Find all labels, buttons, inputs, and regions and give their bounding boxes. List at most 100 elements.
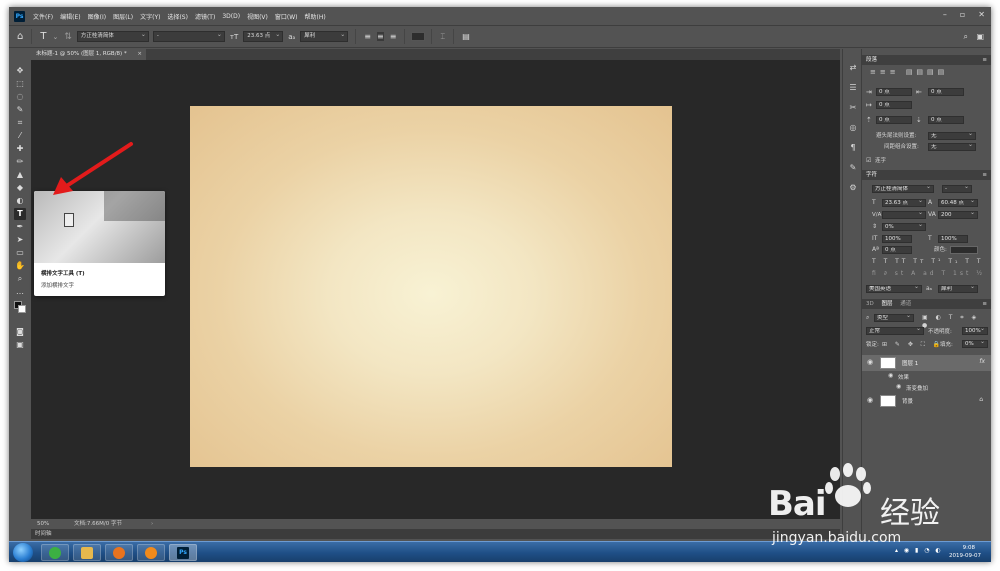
menu-edit[interactable]: 编辑(E)	[60, 12, 80, 21]
marquee-tool-icon[interactable]: ⬚	[14, 78, 26, 90]
spacing-rule-select[interactable]: 无	[928, 143, 976, 151]
move-tool-icon[interactable]: ✥	[14, 65, 26, 77]
paragraph-panel-title[interactable]: 段落 ≡	[862, 55, 991, 65]
zoom-tool-icon[interactable]: ⌕	[14, 273, 26, 285]
type-tool-icon[interactable]: T	[14, 208, 26, 220]
hyphenate-checkbox[interactable]: ☑	[866, 157, 871, 165]
char-baseline-field[interactable]: 0 点	[882, 246, 912, 254]
properties-panel-icon[interactable]: ☰	[848, 83, 858, 93]
blend-mode-select[interactable]: 正常	[866, 327, 924, 335]
layer-filter-select[interactable]: 类型	[874, 314, 914, 322]
character-panel-icon[interactable]: ▤	[462, 32, 470, 41]
align-left-icon[interactable]: ≡	[364, 32, 371, 41]
menu-select[interactable]: 选择(S)	[167, 12, 188, 21]
menu-layer[interactable]: 图层(L)	[113, 12, 133, 21]
character-panel-title[interactable]: 字符 ≡	[862, 170, 991, 180]
menu-window[interactable]: 窗口(W)	[275, 12, 298, 21]
taskbar-app-firefox[interactable]	[137, 544, 165, 561]
paragraph-align-icons[interactable]: ≡≡≡ ▤▤▤▤	[870, 68, 948, 76]
char-scale-field[interactable]: 0%	[882, 223, 926, 231]
stamp-tool-icon[interactable]: ▲	[14, 169, 26, 181]
pen-tool-icon[interactable]: ✒	[14, 221, 26, 233]
char-tracking-field[interactable]: 200	[938, 211, 978, 219]
tab-3d[interactable]: 3D	[866, 301, 874, 307]
lasso-tool-icon[interactable]: ◌	[14, 91, 26, 103]
opentype-buttons[interactable]: ﬁ ∂ st A ad T 1st ½	[872, 270, 985, 278]
text-orientation-icon[interactable]: ⇅	[64, 32, 72, 42]
maximize-button[interactable]: ▫	[960, 10, 965, 19]
color-panel-icon[interactable]: ◎	[848, 123, 858, 133]
space-before-field[interactable]: 0 点	[876, 116, 912, 124]
eye-icon[interactable]: ◉	[867, 358, 873, 366]
opacity-field[interactable]: 100%	[962, 327, 988, 335]
taskbar-app-photoshop[interactable]: Ps	[169, 544, 197, 561]
eye-icon[interactable]: ◉	[888, 372, 893, 379]
tools-preset-icon[interactable]: ✂	[848, 103, 858, 113]
char-font-size-field[interactable]: 23.63 点	[882, 199, 926, 207]
close-icon[interactable]: ×	[137, 49, 142, 60]
workspace-icon[interactable]: ▣	[976, 32, 984, 41]
font-family-select[interactable]: 方正桂清简体	[76, 30, 149, 42]
menu-3d[interactable]: 3D(D)	[222, 13, 240, 20]
taskbar-app-folder[interactable]	[73, 544, 101, 561]
timeline-bar[interactable]: 时间轴	[31, 529, 840, 539]
clock-date[interactable]: 2019-09-07	[949, 553, 981, 559]
status-chevron-icon[interactable]: ›	[151, 519, 153, 529]
zoom-level[interactable]: 50%	[37, 519, 49, 529]
more-tools-icon[interactable]: …	[14, 286, 26, 298]
char-kerning-field[interactable]	[882, 211, 926, 219]
warp-text-icon[interactable]: ⌶	[440, 32, 445, 42]
menu-help[interactable]: 帮助(H)	[305, 12, 326, 21]
indent-first-line-field[interactable]: 0 点	[876, 101, 912, 109]
indent-right-field[interactable]: 0 点	[928, 88, 964, 96]
char-color-swatch[interactable]	[950, 246, 978, 254]
eraser-tool-icon[interactable]: ◆	[14, 182, 26, 194]
history-panel-icon[interactable]: ⇄	[848, 63, 858, 73]
avoid-rule-select[interactable]: 无	[928, 132, 976, 140]
start-button[interactable]	[13, 543, 33, 562]
char-antialias-select[interactable]: 犀利	[938, 285, 978, 293]
crop-tool-icon[interactable]: ⌗	[14, 117, 26, 129]
brush-tool-icon[interactable]: ✏	[14, 156, 26, 168]
eye-icon[interactable]: ◉	[896, 383, 901, 390]
char-font-family-select[interactable]: 方正桂清简体	[872, 185, 934, 193]
text-color-swatch[interactable]	[411, 32, 426, 41]
eyedropper-tool-icon[interactable]: ⁄	[14, 130, 26, 142]
document-tab[interactable]: 未标题-1 @ 50% (图层 1, RGB/8) * ×	[31, 49, 146, 60]
search-icon[interactable]: ⌕	[964, 32, 968, 42]
char-leading-field[interactable]: 60.48 点	[938, 199, 978, 207]
lock-icons[interactable]: ⊞ ✎ ✥ ⛶ 🔒	[882, 341, 943, 349]
space-after-field[interactable]: 0 点	[928, 116, 964, 124]
brush-panel-icon[interactable]: ✎	[848, 163, 858, 173]
align-center-icon[interactable]: ≡	[376, 32, 384, 41]
menu-file[interactable]: 文件(F)	[33, 12, 53, 21]
home-icon[interactable]: ⌂	[17, 31, 23, 42]
language-select[interactable]: 美国英语	[866, 285, 922, 293]
quick-mask-icon[interactable]: ◙	[14, 326, 26, 338]
text-style-buttons[interactable]: T T TT Tт T¹ T₁ T T	[872, 258, 984, 266]
chevron-down-icon[interactable]: ⌄	[52, 33, 58, 41]
char-font-style-select[interactable]: -	[942, 185, 972, 193]
taskbar-app-browser[interactable]	[105, 544, 133, 561]
type-tool-preset-icon[interactable]: T	[40, 31, 46, 42]
tab-layers[interactable]: 图层	[881, 301, 892, 307]
char-vertical-scale-field[interactable]: 100%	[882, 235, 912, 243]
paint-bucket-tool-icon[interactable]: ◐	[14, 195, 26, 207]
char-horizontal-scale-field[interactable]: 100%	[938, 235, 968, 243]
menu-type[interactable]: 文字(Y)	[140, 12, 160, 21]
gradient-overlay-row[interactable]: ◉ 渐变叠加	[862, 382, 991, 393]
path-select-tool-icon[interactable]: ➤	[14, 234, 26, 246]
quick-select-tool-icon[interactable]: ✎	[14, 104, 26, 116]
rectangle-tool-icon[interactable]: ▭	[14, 247, 26, 259]
close-button[interactable]: ✕	[978, 10, 985, 19]
layer-effects-row[interactable]: ◉ 效果	[862, 371, 991, 382]
menu-filter[interactable]: 滤镜(T)	[195, 12, 215, 21]
minimize-button[interactable]: –	[943, 10, 947, 19]
eye-icon[interactable]: ◉	[867, 396, 873, 404]
document-canvas[interactable]	[190, 106, 672, 467]
tab-channels[interactable]: 通道	[900, 301, 911, 307]
screen-mode-icon[interactable]: ▣	[14, 339, 26, 351]
paragraph-panel-icon[interactable]: ¶	[848, 143, 858, 153]
menu-image[interactable]: 图像(I)	[88, 12, 106, 21]
adjust-panel-icon[interactable]: ⚙	[848, 183, 858, 193]
